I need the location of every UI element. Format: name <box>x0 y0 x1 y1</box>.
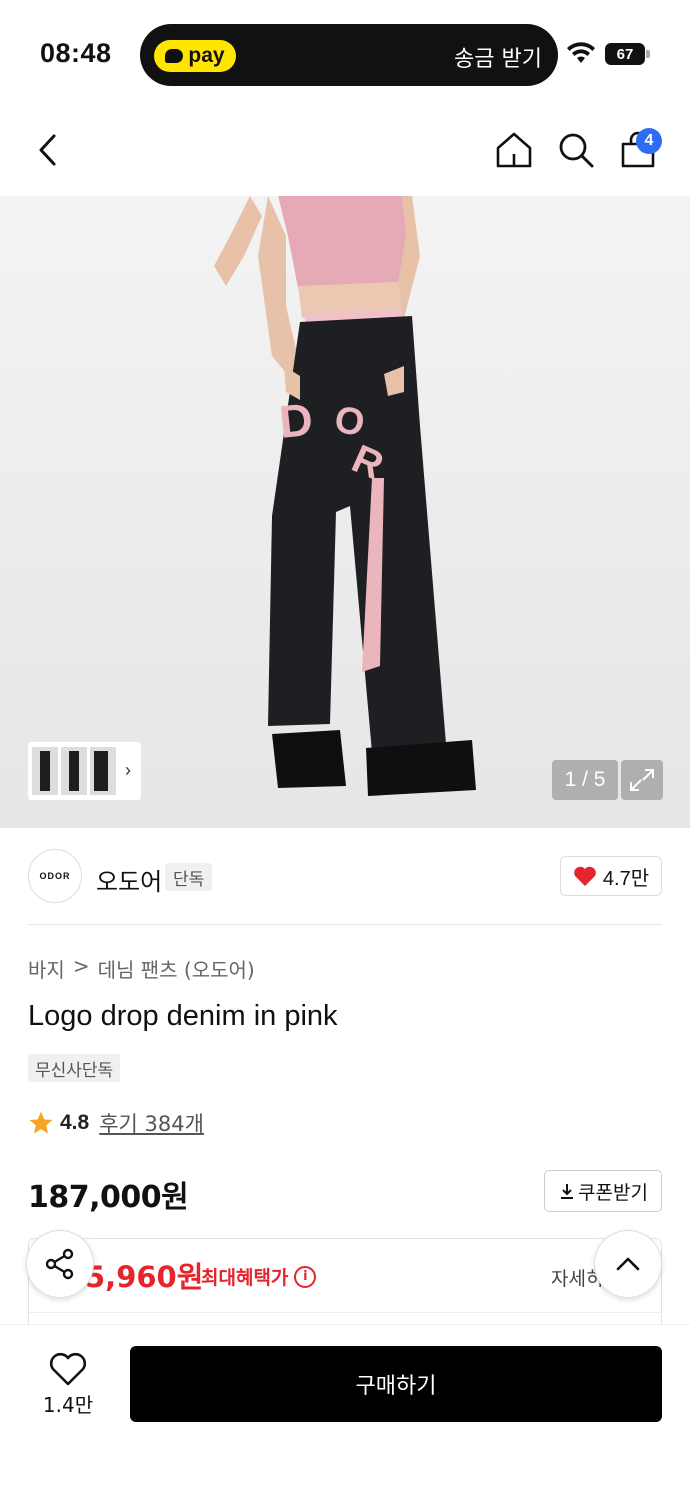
coupon-label: 쿠폰받기 <box>578 1181 648 1204</box>
brand-logo[interactable]: ODOR <box>28 849 82 903</box>
cart-count-badge: 4 <box>636 128 662 154</box>
bottom-action-bar: 1.4만 구매하기 <box>0 1324 690 1500</box>
top-nav-bar <box>0 104 690 196</box>
divider <box>28 924 662 925</box>
thumbnail[interactable] <box>61 747 87 795</box>
back-chevron-icon[interactable] <box>30 130 70 170</box>
coupon-button[interactable]: 쿠폰받기 <box>544 1170 662 1212</box>
product-photo: D O R <box>214 196 476 796</box>
brand-exclusive-tag: 단독 <box>165 863 213 891</box>
svg-text:D: D <box>277 393 315 448</box>
rating-row: 4.8 후기 384개 <box>28 1108 204 1138</box>
battery-indicator: 67 <box>605 43 645 65</box>
thumbnail-strip[interactable]: › <box>28 742 141 800</box>
chat-bubble-icon <box>165 49 184 63</box>
musinsa-exclusive-tag: 무신사단독 <box>28 1054 121 1082</box>
kakao-pay-badge: pay <box>154 40 236 72</box>
info-icon[interactable]: i <box>294 1265 317 1288</box>
product-title: Logo drop denim in pink <box>28 1000 338 1032</box>
brand-like-button[interactable]: 4.7만 <box>560 856 662 896</box>
chevron-up-icon <box>616 1257 640 1271</box>
brand-name[interactable]: 오도어 <box>96 862 162 897</box>
breadcrumb-separator: > <box>72 954 90 978</box>
divider <box>29 1312 661 1313</box>
breadcrumb: 바지 > 데님 팬츠 (오도어) <box>28 954 255 983</box>
pay-dynamic-island[interactable]: pay 송금 받기 <box>140 24 558 86</box>
buy-button[interactable]: 구매하기 <box>130 1346 662 1422</box>
status-time: 08:48 <box>40 38 112 68</box>
thumbnail[interactable] <box>32 747 58 795</box>
max-benefit-box[interactable]: 5,960원 최대혜택가 i 자세히 <box>28 1238 662 1330</box>
chevron-right-icon: › <box>125 760 131 780</box>
home-icon[interactable] <box>494 130 534 170</box>
thumbnail[interactable] <box>90 747 116 795</box>
brand-like-count: 4.7만 <box>602 867 650 890</box>
product-image-gallery[interactable]: D O R › 1 / 5 <box>0 196 690 828</box>
send-receive-label: 송금 받기 <box>454 47 542 72</box>
rating-value: 4.8 <box>60 1111 90 1134</box>
image-counter: 1 / 5 <box>552 760 618 800</box>
wifi-icon <box>567 42 595 63</box>
review-link[interactable]: 후기 384개 <box>99 1108 204 1138</box>
breadcrumb-item[interactable]: 데님 팬츠 (오도어) <box>98 954 255 983</box>
max-benefit-price: 5,960원 <box>85 1260 204 1294</box>
max-benefit-text: 최대혜택가 <box>201 1267 289 1289</box>
download-icon <box>561 1184 574 1199</box>
status-bar: 08:48 pay 송금 받기 67 <box>0 0 690 104</box>
expand-icon[interactable] <box>621 760 663 800</box>
wish-count: 1.4만 <box>42 1393 94 1417</box>
share-icon <box>45 1248 74 1280</box>
scroll-top-button[interactable] <box>594 1230 662 1298</box>
battery-tip <box>646 50 650 58</box>
breadcrumb-item[interactable]: 바지 <box>28 954 65 983</box>
product-price: 187,000원 <box>28 1180 189 1215</box>
heart-filled-icon <box>574 866 596 886</box>
share-button[interactable] <box>26 1230 94 1298</box>
pay-label: pay <box>188 44 225 67</box>
heart-outline-icon[interactable] <box>48 1351 88 1387</box>
max-benefit-label: 최대혜택가 i <box>201 1263 317 1290</box>
star-icon <box>29 1111 53 1134</box>
brand-row: ODOR 오도어 단독 4.7만 <box>0 828 690 926</box>
search-icon[interactable] <box>556 130 596 170</box>
